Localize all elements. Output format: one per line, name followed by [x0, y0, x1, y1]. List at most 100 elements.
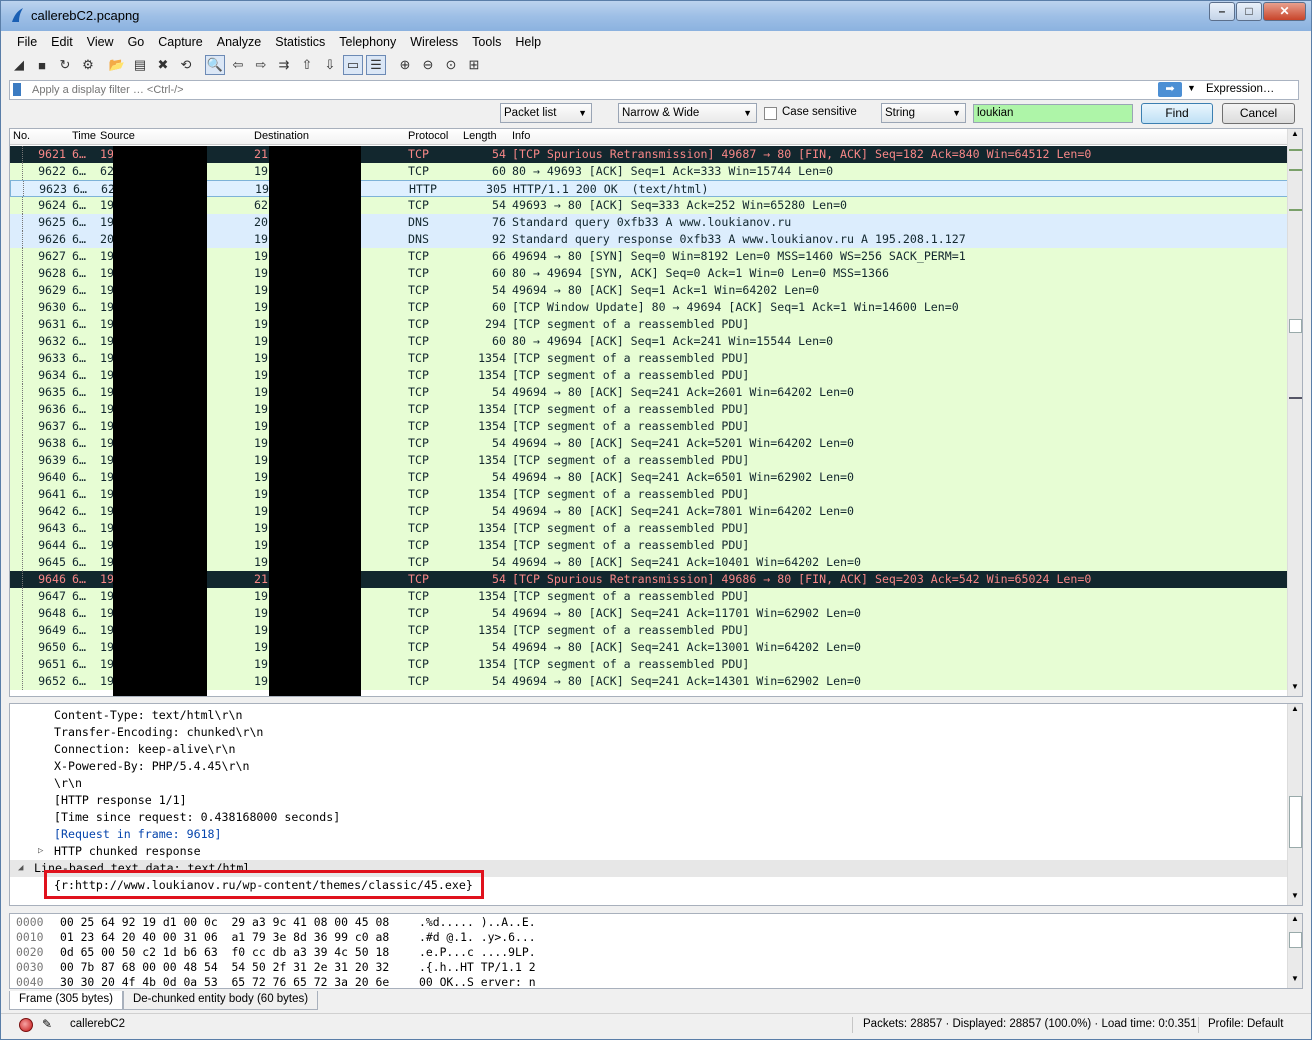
search-in-select[interactable]: Packet list ▼	[500, 103, 592, 123]
hex-bytes: 30 30 20 4f 4b 0d 0a 53 65 72 76 65 72 3…	[60, 975, 390, 989]
column-protocol[interactable]: Protocol	[408, 130, 448, 142]
column-destination[interactable]: Destination	[254, 130, 309, 142]
normal-size-icon[interactable]: ⊙	[441, 55, 461, 75]
packet-bytes-pane[interactable]: 0040 30 30 20 4f 4b 0d 0a 53 65 72 76 65 …	[9, 913, 1303, 989]
first-packet-icon[interactable]: ⇧	[297, 55, 317, 75]
display-filter-input[interactable]	[32, 82, 1132, 98]
packet-info: 80 → 49694 [ACK] Seq=1 Ack=241 Win=15544…	[512, 334, 834, 348]
capture-comment-icon[interactable]: ✎	[42, 1017, 52, 1031]
bytes-scrollbar[interactable]: ▲ ▼	[1287, 914, 1302, 988]
packet-time: 6…	[72, 606, 86, 620]
open-icon[interactable]: 📂	[107, 55, 127, 75]
column-source[interactable]: Source	[100, 130, 135, 142]
save-icon[interactable]: ▤	[130, 55, 150, 75]
display-filter-bar: ➡ ▼ Expression…	[9, 80, 1299, 100]
menu-statistics[interactable]: Statistics	[267, 33, 331, 51]
packet-destination: 21	[254, 572, 268, 586]
shark-fin-start-icon[interactable]: ◢	[9, 55, 29, 75]
hex-bytes: 00 25 64 92 19 d1 00 0c 29 a3 9c 41 08 0…	[60, 915, 390, 929]
autoscroll-icon[interactable]: ▭	[343, 55, 363, 75]
minimize-button[interactable]: –	[1209, 2, 1235, 21]
go-to-packet-icon[interactable]: ⇉	[274, 55, 294, 75]
scroll-down-icon[interactable]: ▼	[1288, 974, 1302, 988]
find-button[interactable]: Find	[1141, 103, 1213, 124]
menu-go[interactable]: Go	[120, 33, 151, 51]
expert-info-icon[interactable]	[19, 1018, 33, 1032]
options-icon[interactable]: ⚙	[78, 55, 98, 75]
scrollbar-thumb[interactable]	[1289, 319, 1302, 333]
packet-info: [TCP segment of a reassembled PDU]	[512, 521, 750, 535]
menu-capture[interactable]: Capture	[150, 33, 208, 51]
close-button[interactable]: ✕	[1263, 2, 1306, 21]
zoom-in-icon[interactable]: ⊕	[395, 55, 415, 75]
packet-destination: 19	[254, 487, 268, 501]
menu-edit[interactable]: Edit	[43, 33, 79, 51]
apply-filter-arrow-icon[interactable]: ➡	[1158, 82, 1182, 97]
packet-protocol: TCP	[408, 589, 429, 603]
chevron-down-icon: ▼	[743, 108, 752, 118]
forward-icon[interactable]: ⇨	[251, 55, 271, 75]
find-packet-icon[interactable]: 🔍	[205, 55, 225, 75]
character-width-select[interactable]: Narrow & Wide ▼	[618, 103, 757, 123]
menu-tools[interactable]: Tools	[464, 33, 507, 51]
close-file-icon[interactable]: ✖	[153, 55, 173, 75]
column-time[interactable]: Time	[72, 130, 96, 142]
packet-number: 9628	[38, 266, 66, 280]
expanded-arrow-icon[interactable]: ◢	[18, 860, 23, 877]
column-length[interactable]: Length	[463, 130, 497, 142]
packet-protocol: TCP	[408, 674, 429, 688]
last-packet-icon[interactable]: ⇩	[320, 55, 340, 75]
find-string-input[interactable]: loukian	[973, 104, 1133, 123]
column-info[interactable]: Info	[512, 130, 530, 142]
restart-icon[interactable]: ↻	[55, 55, 75, 75]
tab-frame[interactable]: Frame (305 bytes)	[9, 991, 123, 1010]
search-type-select[interactable]: String ▼	[881, 103, 966, 123]
title-bar[interactable]: callerebC2.pcapng – □ ✕	[1, 1, 1311, 31]
stop-icon[interactable]: ■	[32, 55, 52, 75]
tab-dechunked-body[interactable]: De-chunked entity body (60 bytes)	[122, 991, 319, 1010]
packet-protocol: TCP	[408, 317, 429, 331]
packet-source: 19	[100, 657, 114, 671]
maximize-button[interactable]: □	[1236, 2, 1262, 21]
scroll-down-icon[interactable]: ▼	[1288, 891, 1302, 905]
expression-button[interactable]: Expression…	[1206, 83, 1274, 95]
wireshark-fin-icon	[12, 8, 23, 22]
reload-icon[interactable]: ⟲	[176, 55, 196, 75]
menu-file[interactable]: File	[9, 33, 43, 51]
colorize-icon[interactable]: ☰	[366, 55, 386, 75]
case-sensitive-checkbox[interactable]	[764, 107, 777, 120]
packet-time: 6…	[72, 300, 86, 314]
scrollbar-thumb[interactable]	[1289, 932, 1302, 948]
packet-destination: 19	[254, 368, 268, 382]
scroll-up-icon[interactable]: ▲	[1288, 129, 1302, 143]
packet-source: 19	[100, 538, 114, 552]
menu-telephony[interactable]: Telephony	[331, 33, 402, 51]
packet-protocol: TCP	[408, 640, 429, 654]
back-icon[interactable]: ⇦	[228, 55, 248, 75]
packet-protocol: TCP	[408, 504, 429, 518]
cancel-button[interactable]: Cancel	[1222, 103, 1295, 124]
scroll-up-icon[interactable]: ▲	[1288, 914, 1302, 928]
scroll-down-icon[interactable]: ▼	[1288, 682, 1302, 696]
packet-info: [TCP segment of a reassembled PDU]	[512, 402, 750, 416]
status-profile[interactable]: Profile: Default	[1208, 1018, 1283, 1030]
menu-wireless[interactable]: Wireless	[402, 33, 464, 51]
filter-history-dropdown-icon[interactable]: ▼	[1187, 83, 1196, 93]
scrollbar-thumb[interactable]	[1289, 796, 1302, 848]
packet-details-pane[interactable]: {r:http://www.loukianov.ru/wp-content/th…	[9, 703, 1303, 906]
find-packet-bar: Packet list ▼ Narrow & Wide ▼ Case sensiti…	[1, 103, 1311, 125]
packet-time: 6…	[72, 147, 86, 161]
menu-view[interactable]: View	[79, 33, 120, 51]
column-no[interactable]: No.	[13, 130, 30, 142]
zoom-out-icon[interactable]: ⊖	[418, 55, 438, 75]
packet-list-scrollbar[interactable]: ▲ ▼	[1287, 129, 1302, 696]
details-scrollbar[interactable]: ▲ ▼	[1287, 704, 1302, 905]
bookmark-icon[interactable]	[13, 83, 21, 96]
resize-columns-icon[interactable]: ⊞	[464, 55, 484, 75]
menu-analyze[interactable]: Analyze	[209, 33, 267, 51]
packet-list[interactable]: No. Time Source Destination Protocol Len…	[9, 128, 1303, 697]
menu-help[interactable]: Help	[507, 33, 547, 51]
packet-length: 66	[492, 249, 506, 263]
scroll-up-icon[interactable]: ▲	[1288, 704, 1302, 718]
collapsed-arrow-icon[interactable]: ▷	[38, 843, 43, 860]
